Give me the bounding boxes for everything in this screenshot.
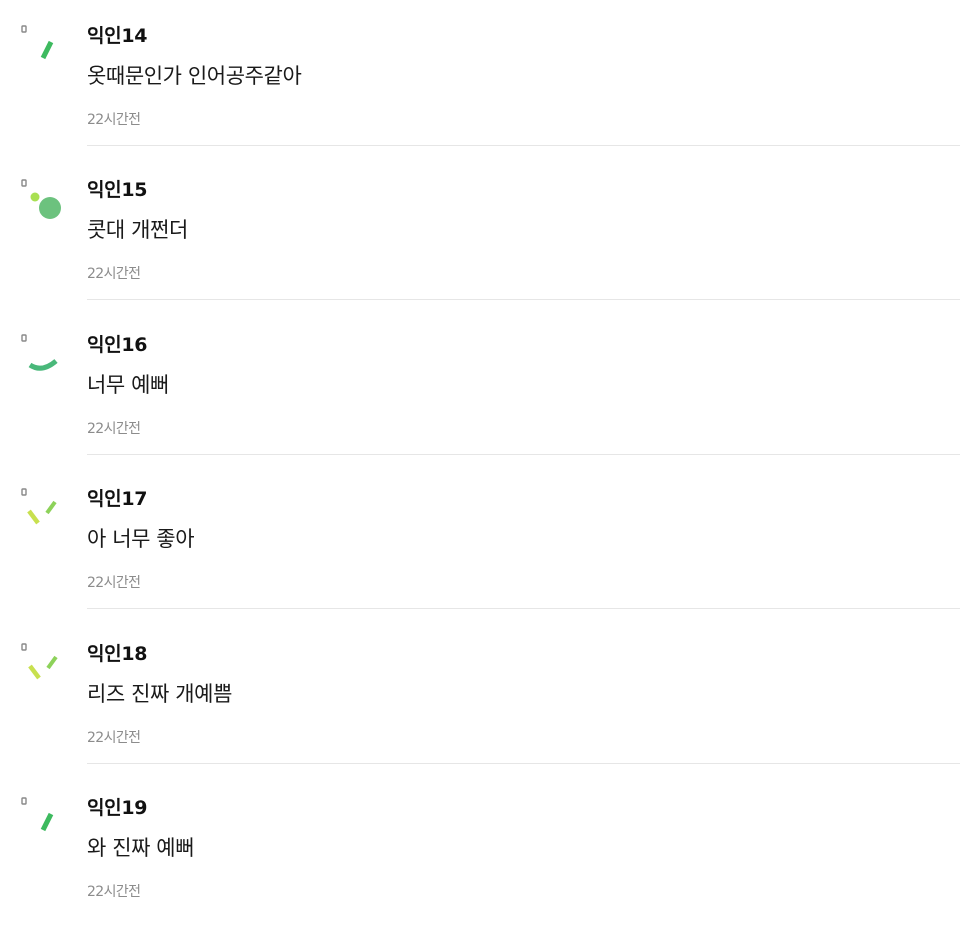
lime-wink-avatar-icon[interactable] bbox=[18, 487, 68, 537]
divider bbox=[87, 454, 960, 455]
green-dots-avatar-icon[interactable] bbox=[18, 178, 68, 228]
comment-item[interactable]: 익인16 너무 예뻐 22시간전 bbox=[0, 309, 960, 463]
comment-timestamp: 22시간전 bbox=[87, 421, 141, 437]
comment-author: 익인15 bbox=[87, 179, 148, 201]
comment-timestamp: 22시간전 bbox=[87, 884, 141, 900]
divider bbox=[87, 145, 960, 146]
comment-author: 익인18 bbox=[87, 643, 148, 665]
comment-timestamp: 22시간전 bbox=[87, 575, 141, 591]
comment-text: 옷때문인가 인어공주같아 bbox=[87, 64, 302, 88]
comment-author: 익인14 bbox=[87, 25, 148, 47]
comment-author: 익인19 bbox=[87, 797, 148, 819]
divider bbox=[87, 763, 960, 764]
lime-wink-avatar-icon[interactable] bbox=[18, 642, 68, 692]
comment-text: 리즈 진짜 개예쁨 bbox=[87, 682, 232, 706]
green-smile-arc-avatar-icon[interactable] bbox=[18, 333, 68, 383]
comment-text: 너무 예뻐 bbox=[87, 373, 169, 397]
comment-list: 익인14 옷때문인가 인어공주같아 22시간전 익인15 콧대 개쩐더 22시간… bbox=[0, 0, 960, 912]
comment-timestamp: 22시간전 bbox=[87, 266, 141, 282]
comment-item[interactable]: 익인19 와 진짜 예뻐 22시간전 bbox=[0, 772, 960, 926]
comment-text: 콧대 개쩐더 bbox=[87, 218, 188, 242]
comment-item[interactable]: 익인14 옷때문인가 인어공주같아 22시간전 bbox=[0, 0, 960, 154]
green-slash-avatar-icon[interactable] bbox=[18, 796, 68, 846]
comment-timestamp: 22시간전 bbox=[87, 112, 141, 128]
comment-text: 와 진짜 예뻐 bbox=[87, 836, 195, 860]
comment-item[interactable]: 익인18 리즈 진짜 개예쁨 22시간전 bbox=[0, 618, 960, 772]
divider bbox=[87, 608, 960, 609]
comment-item[interactable]: 익인17 아 너무 좋아 22시간전 bbox=[0, 463, 960, 617]
divider bbox=[87, 299, 960, 300]
comment-text: 아 너무 좋아 bbox=[87, 527, 195, 551]
comment-author: 익인16 bbox=[87, 334, 148, 356]
comment-timestamp: 22시간전 bbox=[87, 730, 141, 746]
comment-item[interactable]: 익인15 콧대 개쩐더 22시간전 bbox=[0, 154, 960, 308]
comment-author: 익인17 bbox=[87, 488, 148, 510]
green-slash-avatar-icon[interactable] bbox=[18, 24, 68, 74]
